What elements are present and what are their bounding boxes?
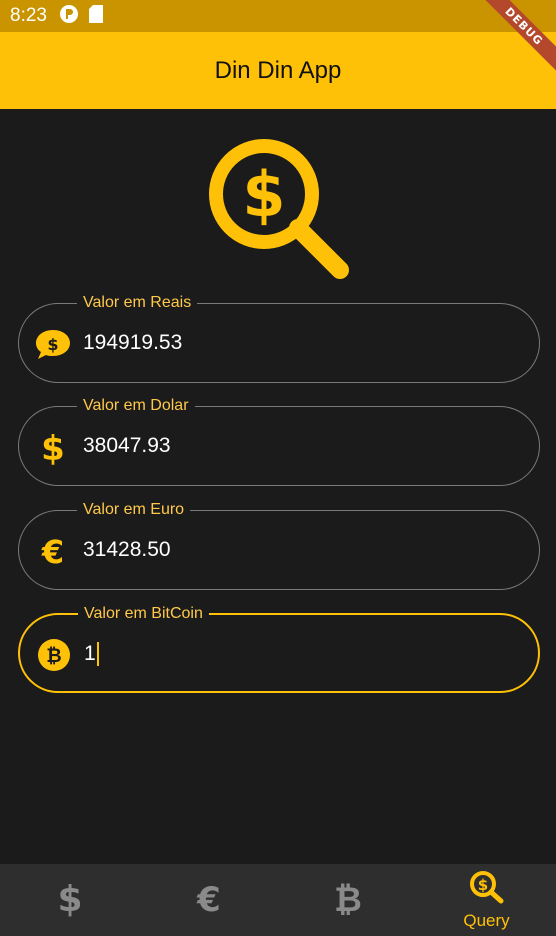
dolar-field-label: Valor em Dolar xyxy=(77,396,195,416)
reais-field-label: Valor em Reais xyxy=(77,293,198,313)
reais-input[interactable]: 194919.53 xyxy=(83,331,182,355)
sd-card-icon xyxy=(88,4,103,28)
bottom-nav: $ € ₿ $ Query xyxy=(0,864,556,936)
dolar-field[interactable]: Valor em Dolar $ 38047.93 xyxy=(18,396,540,486)
svg-text:$: $ xyxy=(41,429,65,465)
text-caret xyxy=(96,642,99,666)
svg-text:$: $ xyxy=(57,879,82,917)
nav-item-bitcoin[interactable]: ₿ xyxy=(278,864,417,936)
nav-item-query[interactable]: $ Query xyxy=(417,864,556,936)
real-chat-bubble-icon: $ xyxy=(35,326,71,362)
app-title: Din Din App xyxy=(214,56,342,84)
status-bar: 8:23 xyxy=(0,0,556,32)
search-dollar-icon: $ xyxy=(469,870,505,909)
svg-text:$: $ xyxy=(47,335,58,354)
status-indicators xyxy=(500,6,520,27)
search-dollar-icon: $ xyxy=(206,136,350,280)
nav-item-dollar[interactable]: $ xyxy=(0,864,139,936)
svg-text:€: € xyxy=(196,880,221,917)
nav-item-euro[interactable]: € xyxy=(139,864,278,936)
bitcoin-icon: ₿ xyxy=(36,637,72,673)
nav-label-query: Query xyxy=(463,910,510,930)
euro-field-label: Valor em Euro xyxy=(77,500,191,520)
euro-field[interactable]: Valor em Euro € 31428.50 xyxy=(18,500,540,590)
bitcoin-field[interactable]: Valor em BitCoin ₿ 1 xyxy=(18,604,540,693)
app-bar: Din Din App xyxy=(0,32,556,109)
svg-text:€: € xyxy=(41,533,64,569)
svg-text:₿: ₿ xyxy=(334,880,362,917)
status-time: 8:23 xyxy=(10,5,47,26)
dollar-icon: $ xyxy=(57,879,83,922)
wifi-icon xyxy=(500,6,520,27)
euro-icon: € xyxy=(35,533,71,569)
svg-text:$: $ xyxy=(242,158,285,231)
euro-input[interactable]: 31428.50 xyxy=(83,538,171,562)
bitcoin-input[interactable]: 1 xyxy=(84,642,99,666)
svg-text:₿: ₿ xyxy=(46,645,61,667)
play-protect-icon xyxy=(59,4,79,29)
euro-icon: € xyxy=(194,879,224,922)
dollar-icon: $ xyxy=(35,429,71,465)
reais-field[interactable]: Valor em Reais $ 194919.53 xyxy=(18,293,540,383)
dolar-input[interactable]: 38047.93 xyxy=(83,434,171,458)
bitcoin-field-label: Valor em BitCoin xyxy=(78,604,209,624)
svg-text:$: $ xyxy=(477,876,487,894)
bitcoin-icon: ₿ xyxy=(333,879,363,922)
